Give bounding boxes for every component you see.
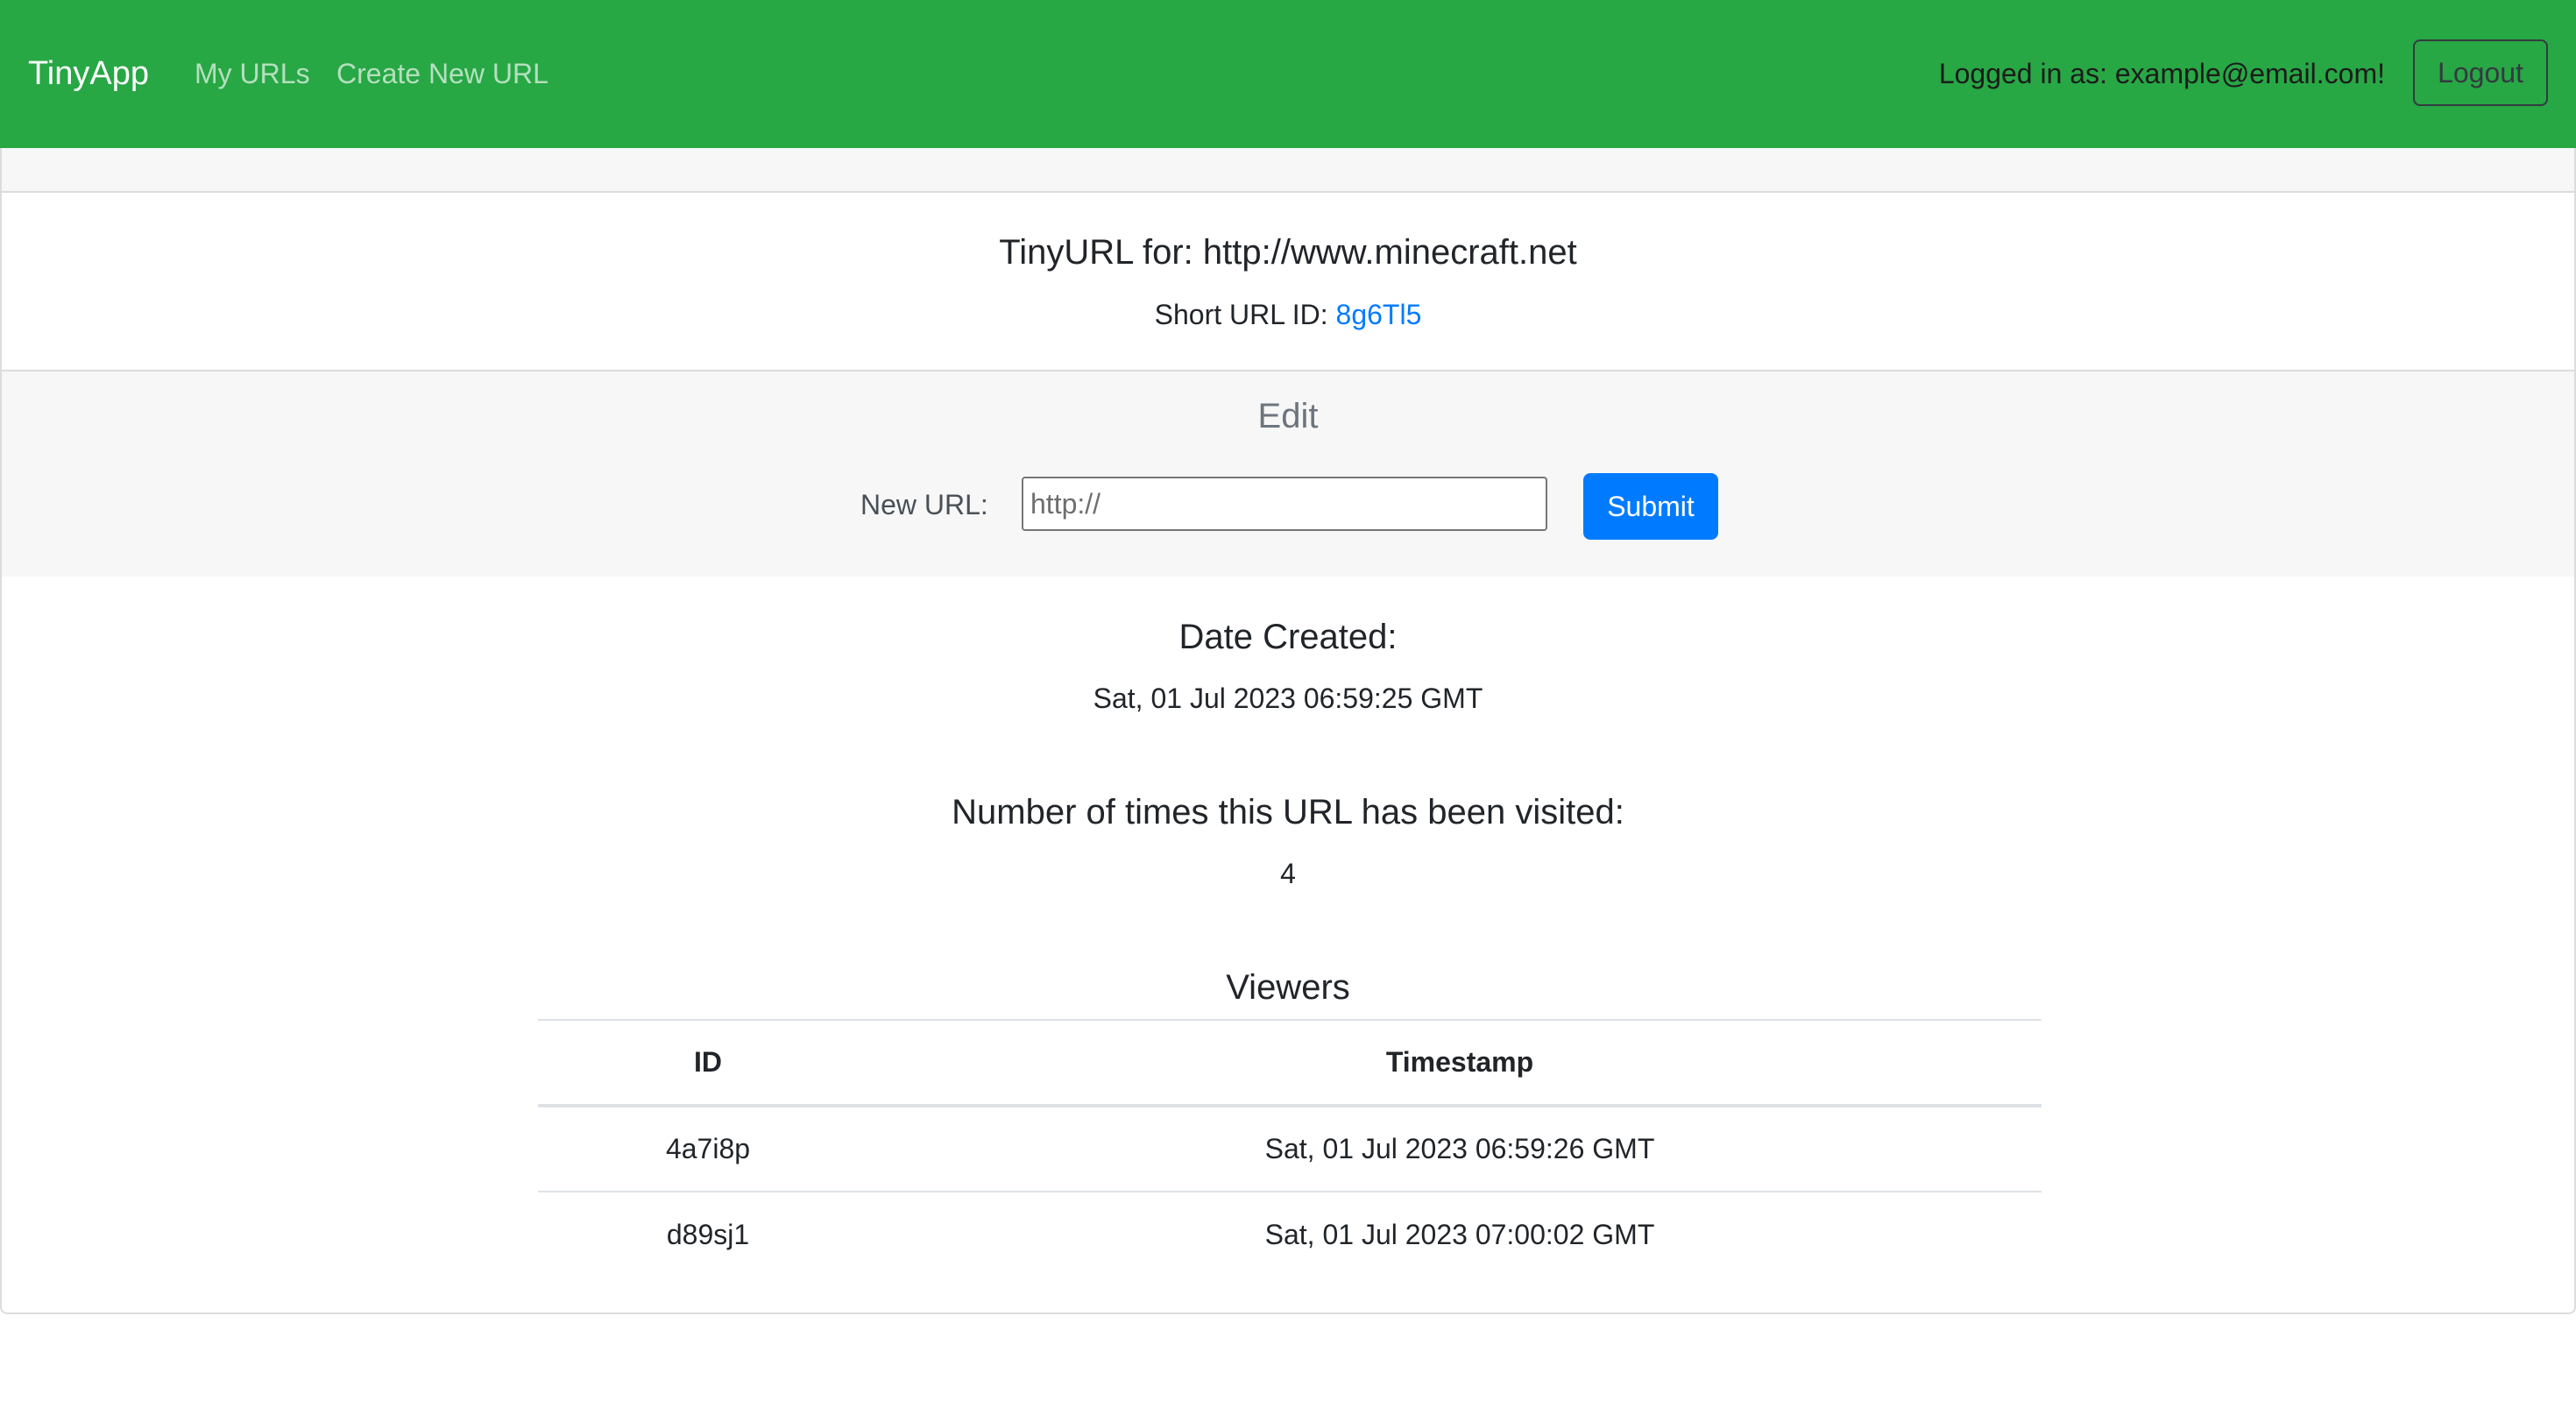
- edit-title: Edit: [1257, 397, 1319, 435]
- column-header-id: ID: [694, 1046, 722, 1078]
- short-url-id-label: Short URL ID:: [1154, 299, 1328, 330]
- new-url-label: New URL:: [860, 489, 988, 520]
- nav-my-urls-link[interactable]: My URLs: [195, 53, 310, 95]
- viewers-table: ID Timestamp 4a7i8p Sat, 01 Jul 2023 06:…: [538, 1019, 2042, 1277]
- logout-button[interactable]: Logout: [2413, 39, 2548, 106]
- table-header-row: ID Timestamp: [538, 1020, 2042, 1106]
- date-created-heading: Date Created:: [1178, 618, 1398, 656]
- visit-count-value: 4: [1280, 858, 1296, 889]
- viewers-heading: Viewers: [1226, 968, 1350, 1007]
- short-url-id-link[interactable]: 8g6Tl5: [1336, 299, 1422, 330]
- card-header: [2, 148, 2574, 193]
- navbar: TinyApp My URLs Create New URL Logged in…: [0, 0, 2576, 148]
- logged-in-status: Logged in as: example@email.com!: [1938, 58, 2385, 89]
- url-details-card: TinyURL for: http://www.minecraft.net Sh…: [0, 148, 2576, 1314]
- submit-button[interactable]: Submit: [1583, 473, 1718, 540]
- date-created-value: Sat, 01 Jul 2023 06:59:25 GMT: [1093, 683, 1483, 714]
- brand-logo-link[interactable]: TinyApp: [28, 49, 149, 98]
- visit-count-heading: Number of times this URL has been visite…: [952, 793, 1624, 831]
- edit-section: Edit New URL: Submit: [2, 370, 2574, 577]
- table-row: d89sj1 Sat, 01 Jul 2023 07:00:02 GMT: [538, 1192, 2042, 1277]
- viewer-timestamp-cell: Sat, 01 Jul 2023 07:00:02 GMT: [1264, 1219, 1655, 1250]
- tinyurl-title: TinyURL for: http://www.minecraft.net: [999, 233, 1577, 272]
- viewer-id-cell: d89sj1: [666, 1219, 750, 1250]
- viewer-timestamp-cell: Sat, 01 Jul 2023 06:59:26 GMT: [1264, 1133, 1655, 1164]
- short-url-id-line: Short URL ID: 8g6Tl5: [2, 294, 2574, 336]
- nav-create-new-url-link[interactable]: Create New URL: [336, 53, 548, 95]
- table-row: 4a7i8p Sat, 01 Jul 2023 06:59:26 GMT: [538, 1106, 2042, 1192]
- new-url-input[interactable]: [1022, 477, 1547, 531]
- column-header-timestamp: Timestamp: [1385, 1046, 1534, 1078]
- viewer-id-cell: 4a7i8p: [665, 1133, 751, 1164]
